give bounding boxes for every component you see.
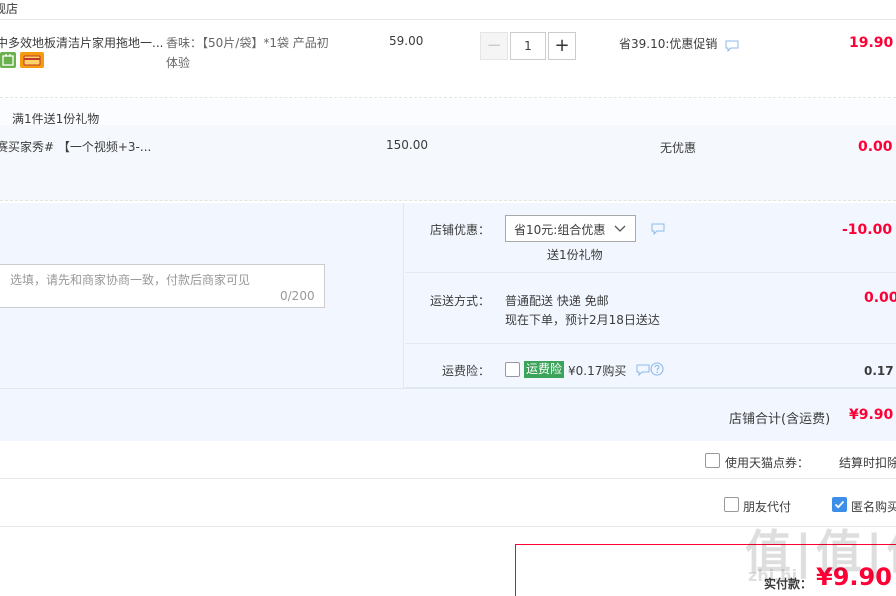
points-label: 使用天猫点券： bbox=[725, 456, 810, 470]
gift-promo: 无优惠 bbox=[660, 141, 697, 155]
shipping-method: 普通配送 快递 免邮 bbox=[505, 294, 609, 308]
gift-row bbox=[0, 125, 896, 200]
service-badge-icon bbox=[0, 52, 16, 68]
anonymous-checkbox[interactable] bbox=[832, 497, 847, 512]
friend-pay-label: 朋友代付 bbox=[743, 500, 792, 514]
shop-discount-selected: 省10元:组合优惠 bbox=[514, 223, 606, 237]
quantity-plus-button[interactable]: + bbox=[548, 32, 576, 60]
gift-header: 满1件送1份礼物 bbox=[12, 112, 100, 126]
shop-discount-amount: -10.00 bbox=[842, 222, 893, 238]
shop-total-amount: ¥9.90 bbox=[849, 407, 894, 423]
message-placeholder: 选填，请先和商家协商一致，付款后商家可见 bbox=[10, 273, 251, 287]
unit-price: 59.00 bbox=[389, 34, 424, 48]
shipping-amount: 0.00 bbox=[864, 290, 896, 306]
buyer-message-input[interactable]: 选填，请先和商家协商一致，付款后商家可见 0/200 bbox=[0, 264, 325, 308]
help-icon[interactable] bbox=[650, 362, 664, 379]
check-icon bbox=[834, 500, 845, 509]
shipping-eta: 现在下单，预计2月18日送达 bbox=[505, 313, 660, 327]
freight-insurance-price: ¥0.17购买 bbox=[568, 364, 627, 378]
message-counter: 0/200 bbox=[280, 289, 315, 303]
divider bbox=[0, 478, 896, 479]
freight-insurance-tag: 运费险 bbox=[524, 361, 565, 378]
anonymous-label: 匿名购买 bbox=[851, 500, 896, 514]
sku-label-cont: 体验 bbox=[166, 56, 191, 70]
watermark-site: zhi.hi bbox=[748, 566, 798, 585]
points-checkbox[interactable] bbox=[705, 453, 720, 468]
comment-icon[interactable] bbox=[651, 223, 665, 236]
item-title[interactable]: 中多效地板清洁片家用拖地一... bbox=[0, 34, 163, 51]
shop-total-label: 店铺合计(含运费) bbox=[729, 412, 831, 427]
quantity-minus-button[interactable]: − bbox=[480, 32, 508, 60]
quantity-input[interactable]: 1 bbox=[510, 32, 546, 60]
sku-label: 香味：【50片/袋】*1袋 产品初 bbox=[166, 36, 329, 50]
comment-icon[interactable] bbox=[636, 364, 650, 377]
card-badge-icon bbox=[20, 52, 44, 68]
freight-insurance-amount: 0.17 bbox=[864, 364, 894, 378]
shop-discount-select[interactable]: 省10元:组合优惠 bbox=[505, 215, 636, 242]
friend-pay-checkbox[interactable] bbox=[724, 497, 739, 512]
freight-insurance-checkbox[interactable] bbox=[505, 362, 520, 377]
freight-insurance-label: 运费险： bbox=[442, 364, 491, 378]
gift-subtotal: 0.00 bbox=[858, 139, 893, 155]
gift-title[interactable]: 赛买家秀# 【一个视频+3-... bbox=[0, 138, 151, 155]
shop-discount-label: 店铺优惠： bbox=[430, 223, 491, 237]
item-promo: 省39.10:优惠促销 bbox=[619, 37, 718, 51]
shipping-row bbox=[405, 274, 896, 344]
points-note: 结算时扣除 bbox=[839, 456, 896, 470]
comment-icon[interactable] bbox=[725, 40, 739, 53]
shipping-label: 运送方式： bbox=[430, 294, 491, 308]
gift-unit-price: 150.00 bbox=[386, 138, 428, 152]
shop-name[interactable]: 舰店 bbox=[0, 0, 18, 17]
item-subtotal: 19.90 bbox=[849, 35, 894, 51]
shop-header bbox=[0, 0, 896, 20]
cart-item-row bbox=[0, 20, 896, 98]
gift-note: 送1份礼物 bbox=[547, 248, 603, 262]
chevron-down-icon bbox=[614, 223, 626, 237]
shop-discount-row bbox=[405, 203, 896, 273]
